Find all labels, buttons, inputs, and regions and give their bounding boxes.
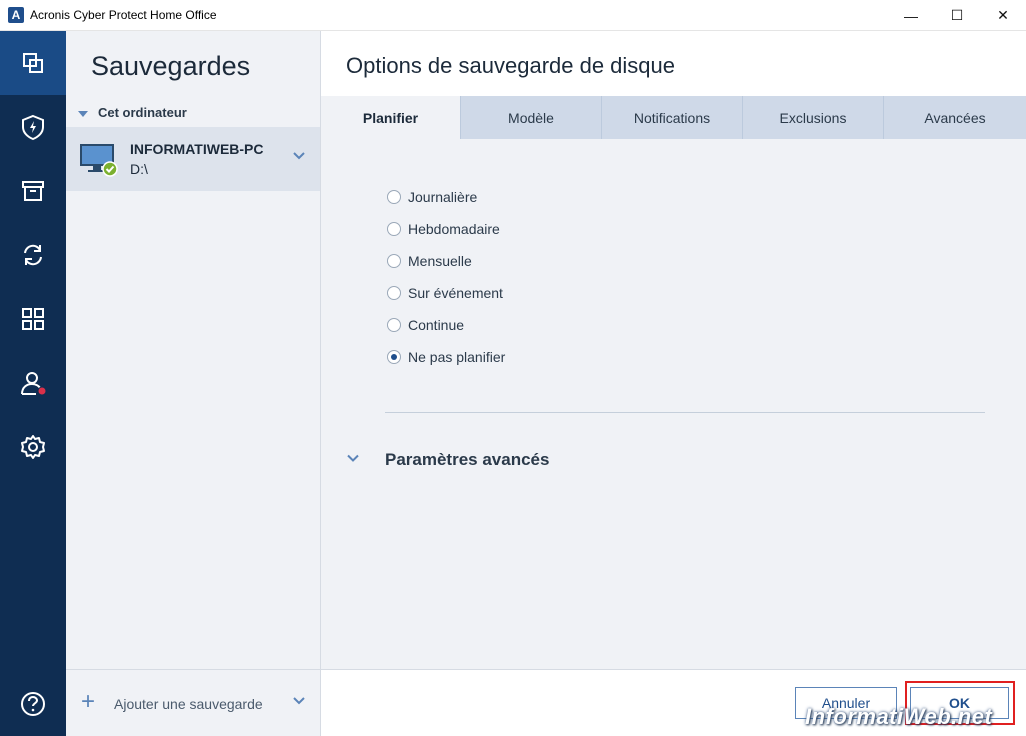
tab-notifications[interactable]: Notifications — [602, 96, 743, 139]
backups-panel: Sauvegardes Cet ordinateur INFORMATIWEB-… — [66, 31, 321, 736]
nav-item-tools[interactable] — [0, 287, 66, 351]
radio-label: Sur événement — [408, 285, 503, 301]
watermark: InformatiWeb.net — [805, 704, 993, 729]
main-header: Options de sauvegarde de disque — [321, 31, 1026, 96]
window-title: Acronis Cyber Protect Home Office — [30, 8, 217, 22]
backup-source: D:\ — [130, 161, 148, 177]
divider — [385, 412, 985, 413]
app-logo-icon: A — [8, 7, 24, 23]
backup-item[interactable]: INFORMATIWEB-PC D:\ — [66, 127, 320, 191]
nav-item-protection[interactable] — [0, 95, 66, 159]
tab-bar: Planifier Modèle Notifications Exclusion… — [321, 96, 1026, 139]
notification-badge — [37, 386, 47, 396]
radio-label: Ne pas planifier — [408, 349, 506, 365]
minimize-button[interactable]: — — [888, 0, 934, 31]
tab-modele[interactable]: Modèle — [461, 96, 602, 139]
radio-circle[interactable] — [387, 318, 401, 332]
sync-icon — [24, 244, 42, 266]
radio-label: Journalière — [408, 189, 478, 205]
archive-box-icon — [22, 181, 44, 201]
nav-item-settings[interactable] — [0, 415, 66, 479]
nav-item-sync[interactable] — [0, 223, 66, 287]
tab-exclusions[interactable]: Exclusions — [743, 96, 884, 139]
radio-on-event[interactable]: Sur événement — [387, 285, 503, 301]
radio-circle[interactable] — [387, 190, 401, 204]
radio-circle[interactable] — [387, 222, 401, 236]
radio-no-schedule[interactable]: Ne pas planifier — [387, 349, 505, 365]
maximize-button[interactable]: ☐ — [934, 0, 980, 31]
computer-icon — [80, 144, 118, 177]
page-title: Options de sauvegarde de disque — [346, 53, 676, 78]
left-nav — [0, 31, 66, 736]
chevron-down-icon[interactable] — [292, 696, 306, 706]
radio-label: Mensuelle — [408, 253, 472, 269]
group-label: Cet ordinateur — [98, 105, 187, 120]
user-icon — [21, 372, 47, 396]
main-area: Options de sauvegarde de disque Planifie… — [321, 31, 1026, 736]
shield-bolt-icon — [22, 114, 44, 141]
grid-icon — [22, 308, 44, 330]
radio-circle-checked[interactable] — [387, 350, 401, 364]
nav-item-account[interactable] — [0, 351, 66, 415]
radio-continuous[interactable]: Continue — [387, 317, 464, 333]
help-icon — [21, 692, 45, 716]
caret-down-icon — [78, 110, 88, 117]
radio-monthly[interactable]: Mensuelle — [387, 253, 472, 269]
copy-icon — [23, 53, 43, 73]
dialog-footer: Annuler OK InformatiWeb.net — [321, 669, 1026, 736]
chevron-down-icon[interactable] — [347, 454, 359, 463]
nav-item-archive[interactable] — [0, 159, 66, 223]
nav-item-help[interactable] — [0, 672, 66, 736]
schedule-content: Journalière Hebdomadaire Mensuelle Sur é… — [321, 139, 1026, 669]
radio-weekly[interactable]: Hebdomadaire — [387, 221, 500, 237]
radio-label: Hebdomadaire — [408, 221, 500, 237]
radio-circle[interactable] — [387, 286, 401, 300]
advanced-settings-toggle[interactable]: Paramètres avancés — [385, 450, 549, 470]
radio-label: Continue — [408, 317, 465, 333]
plus-icon[interactable]: + — [81, 690, 95, 714]
window-titlebar: A Acronis Cyber Protect Home Office — ☐ … — [0, 0, 1026, 31]
tab-avancees[interactable]: Avancées — [884, 96, 1026, 139]
group-this-computer[interactable]: Cet ordinateur — [78, 105, 187, 120]
add-backup-button[interactable]: Ajouter une sauvegarde — [114, 696, 263, 712]
gear-icon — [21, 435, 45, 459]
tab-planifier[interactable]: Planifier — [321, 96, 461, 139]
close-button[interactable]: ✕ — [980, 0, 1026, 31]
backup-name: INFORMATIWEB-PC — [130, 141, 264, 157]
panel-title: Sauvegardes — [91, 51, 251, 81]
nav-item-backups[interactable] — [0, 31, 66, 95]
radio-daily[interactable]: Journalière — [387, 189, 477, 205]
chevron-down-icon[interactable] — [292, 151, 306, 161]
panel-footer: + Ajouter une sauvegarde — [66, 669, 320, 736]
radio-circle[interactable] — [387, 254, 401, 268]
